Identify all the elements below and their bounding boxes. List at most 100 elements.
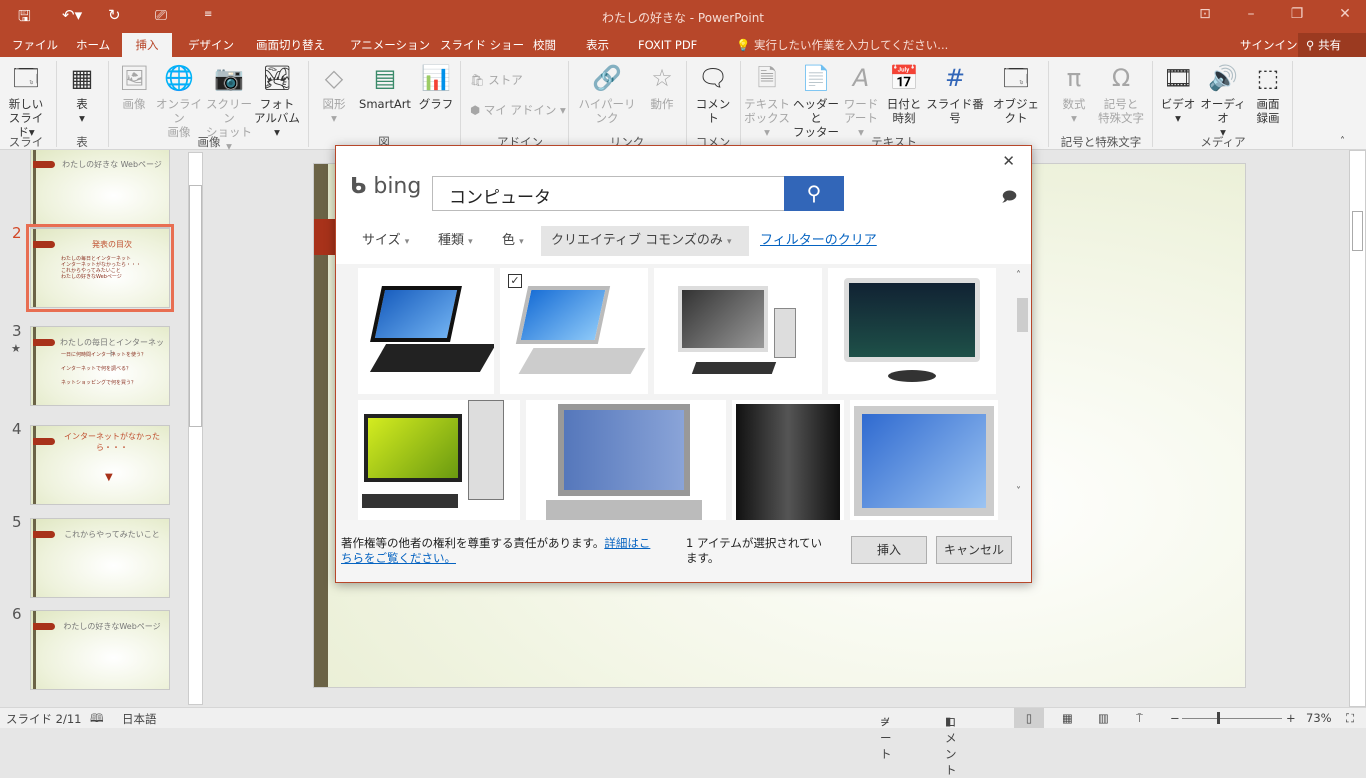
zoom-slider-thumb[interactable]	[1217, 712, 1220, 724]
zoom-level[interactable]: 73%	[1306, 711, 1332, 725]
slide-thumbnail-6[interactable]: わたしの好きなWebページ	[30, 610, 170, 690]
clear-filters-link[interactable]: フィルターのクリア	[754, 226, 883, 256]
chart-button[interactable]: 📊 グラフ	[418, 63, 454, 111]
date-time-button[interactable]: 📅 日付と 時刻	[884, 63, 924, 125]
video-button[interactable]: 🎞 ビデオ ▾	[1158, 63, 1198, 125]
table-button[interactable]: ▦ 表 ▾	[62, 63, 102, 125]
photo-album-button[interactable]: 🏞 フォト アルバム▾	[252, 63, 302, 139]
tell-me-text: 実行したい作業を入力してください...	[753, 38, 949, 52]
tab-home[interactable]: ホーム	[68, 33, 118, 57]
image-result[interactable]	[358, 268, 494, 394]
thumbnail-scrollbar[interactable]	[188, 152, 203, 705]
close-window-button[interactable]: ✕	[1330, 6, 1360, 22]
filter-color[interactable]: 色 ▾	[496, 226, 530, 256]
header-footer-button[interactable]: 📄 ヘッダーと フッター	[792, 63, 840, 139]
fit-to-window-icon[interactable]: ⛶	[1346, 711, 1354, 726]
language-indicator[interactable]: 日本語	[122, 711, 157, 727]
online-image-button[interactable]: 🌐 オンライン 画像	[154, 63, 204, 139]
reading-view-button[interactable]: ▥	[1098, 711, 1109, 725]
selected-checkbox[interactable]: ✓	[508, 274, 522, 288]
restore-button[interactable]: ❐	[1282, 6, 1312, 22]
scroll-down-icon[interactable]: ˅	[1016, 486, 1021, 497]
slide-sorter-view-button[interactable]: ▦	[1062, 711, 1073, 725]
image-result[interactable]	[526, 400, 726, 520]
scroll-up-icon[interactable]: ˄	[1016, 270, 1021, 281]
label: ストア	[488, 73, 523, 87]
tell-me-search[interactable]: 💡 実行したい作業を入力してください...	[728, 33, 956, 57]
tab-animations[interactable]: アニメーション	[342, 33, 438, 57]
zoom-in-button[interactable]: +	[1286, 711, 1296, 725]
new-slide-button[interactable]: 🗔 新しい スライド▾	[4, 63, 48, 139]
hyperlink-button[interactable]: 🔗 ハイパーリンク	[574, 63, 640, 125]
cancel-button[interactable]: キャンセル	[936, 536, 1012, 564]
image-result[interactable]	[850, 400, 998, 520]
object-button[interactable]: 🗔 オブジェクト	[988, 63, 1044, 125]
slide-number-button[interactable]: # スライド番号	[924, 63, 986, 125]
filter-creative-commons[interactable]: クリエイティブ コモンズのみ ▾	[541, 226, 749, 256]
photo-album-icon: 🏞	[262, 64, 293, 92]
minimize-button[interactable]: –	[1236, 6, 1266, 22]
ribbon-display-options-icon[interactable]: ⊡	[1190, 6, 1220, 22]
feedback-icon[interactable]: 🗩	[1001, 186, 1017, 210]
tab-design[interactable]: デザイン	[180, 33, 242, 57]
collapse-ribbon-icon[interactable]: ˄	[1340, 135, 1345, 149]
insert-button[interactable]: 挿入	[851, 536, 927, 564]
image-result[interactable]	[654, 268, 822, 394]
signin-link[interactable]: サインイン	[1232, 33, 1306, 57]
slide-indicator: スライド 2/11	[6, 712, 82, 726]
label: スクリーン	[206, 97, 252, 125]
slide-thumbnail-4[interactable]: インターネットがなかったら・・・ ▼	[30, 425, 170, 505]
tab-insert[interactable]: 挿入	[122, 33, 172, 57]
tab-file[interactable]: ファイル	[4, 33, 66, 57]
filter-size[interactable]: サイズ ▾	[356, 226, 415, 256]
slide-thumbnail-2[interactable]: 発表の目次 わたしの毎日とインターネット インターネットがなかったら・・・ これから…	[26, 224, 174, 312]
close-dialog-button[interactable]: ✕	[1002, 152, 1015, 170]
audio-button[interactable]: 🔊 オーディオ ▾	[1198, 63, 1248, 139]
results-scrollbar[interactable]: ˄ ˅	[1014, 264, 1031, 520]
action-button[interactable]: ☆ 動作	[644, 63, 680, 111]
wordart-icon: A	[852, 64, 870, 92]
search-input[interactable]: コンピュータ	[432, 176, 844, 211]
image-result[interactable]	[828, 268, 996, 394]
tab-view[interactable]: 表示	[578, 33, 617, 57]
slideshow-view-button[interactable]: ⍑	[1136, 711, 1143, 726]
slide-thumbnail-1[interactable]: わたしの好きな Webページ	[30, 150, 170, 228]
textbox-button[interactable]: 🗎 テキスト ボックス▾	[744, 63, 790, 139]
slide-number: 4	[12, 420, 22, 438]
window-title: わたしの好きな - PowerPoint	[601, 11, 765, 25]
scrollbar-thumb[interactable]	[189, 185, 202, 427]
zoom-slider[interactable]	[1182, 718, 1282, 719]
slide-scrollbar[interactable]	[1349, 150, 1366, 707]
tab-foxit-pdf[interactable]: FOXIT PDF	[630, 33, 705, 57]
screen-recording-button[interactable]: ⬚ 画面 録画	[1250, 63, 1286, 125]
image-button[interactable]: 🖼 画像	[114, 63, 154, 111]
tab-slideshow[interactable]: スライド ショー	[432, 33, 532, 57]
equation-button[interactable]: π 数式 ▾	[1054, 63, 1094, 125]
spell-check-icon[interactable]: 🕮	[90, 711, 104, 730]
smartart-button[interactable]: ▤ SmartArt	[354, 63, 416, 111]
comment-button[interactable]: 🗨 コメント	[692, 63, 734, 125]
my-addins-button[interactable]: ⬢ マイ アドイン ▾	[470, 103, 566, 117]
zoom-out-button[interactable]: −	[1170, 711, 1180, 725]
slide-thumbnail-5[interactable]: これからやってみたいこと	[30, 518, 170, 598]
tab-transitions[interactable]: 画面切り替え	[248, 33, 333, 57]
tab-review[interactable]: 校閲	[525, 33, 564, 57]
store-button[interactable]: 🛍 ストア	[470, 73, 523, 87]
shapes-button[interactable]: ◇ 図形 ▾	[314, 63, 354, 125]
filter-type[interactable]: 種類 ▾	[432, 226, 479, 256]
slide-thumbnail-3[interactable]: わたしの毎日とインターネット 一日に何時間インターネットを使う？ インターネットで…	[30, 326, 170, 406]
wordart-button[interactable]: A ワード アート▾	[842, 63, 880, 139]
scrollbar-thumb[interactable]	[1017, 298, 1028, 332]
share-button[interactable]: ⚲ 共有	[1298, 33, 1366, 57]
thumbnail-bullet: 一日に何時間インターネットを使う？	[61, 352, 147, 358]
image-result-selected[interactable]: ✓	[500, 268, 648, 394]
calendar-clock-icon: 📅	[889, 64, 919, 92]
normal-view-button[interactable]: ▯	[1014, 708, 1044, 728]
image-result[interactable]	[358, 400, 520, 520]
scrollbar-thumb[interactable]	[1352, 211, 1363, 251]
image-result[interactable]	[732, 400, 844, 520]
share-label: 共有	[1318, 38, 1342, 52]
symbol-button[interactable]: Ω 記号と 特殊文字	[1094, 63, 1148, 125]
search-button[interactable]: ⚲	[784, 176, 844, 211]
thumbnail-bullet: インターネットで何を調べる？	[61, 366, 132, 372]
